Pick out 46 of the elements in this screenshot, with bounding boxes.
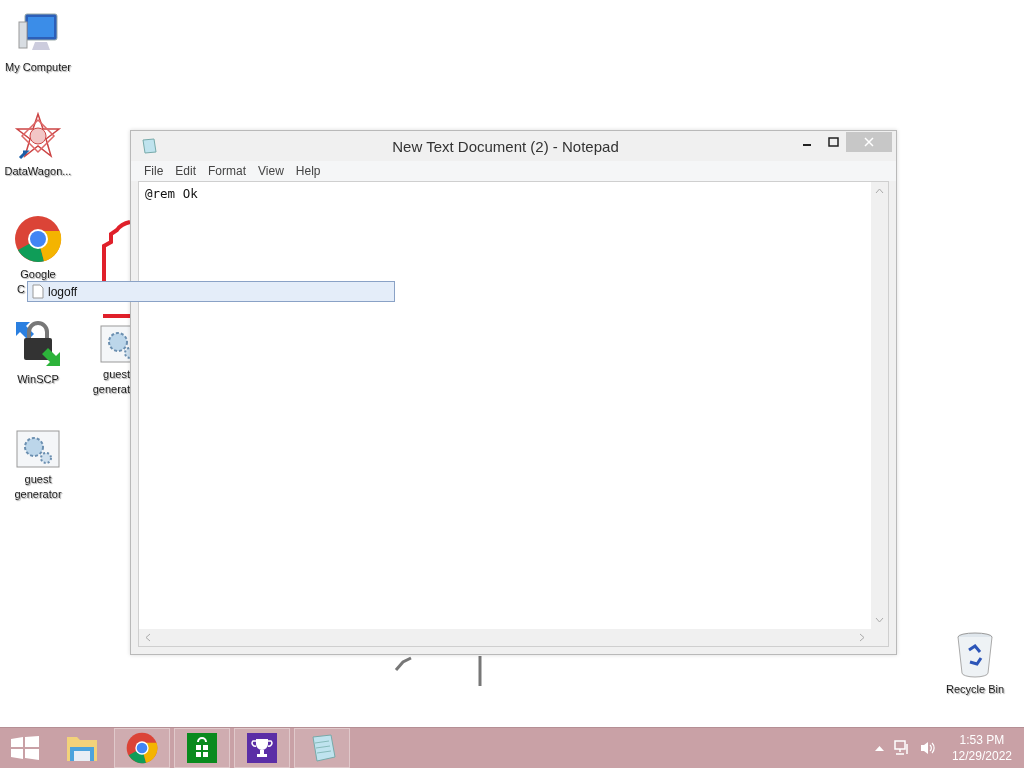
scroll-down-icon [875,617,884,623]
icon-label: generator [14,487,62,502]
recycle-bin-icon [955,632,995,678]
padlock-icon [14,320,62,368]
clock-time: 1:53 PM [959,732,1005,748]
icon-label: Google [20,267,56,282]
icon-label: My Computer [5,60,71,75]
gear-icon [16,430,60,468]
icon-label: guest [24,472,52,487]
browser-icon [126,732,158,764]
network-icon[interactable] [893,740,910,756]
caret-icon[interactable] [874,745,884,751]
windows-logo-icon [11,736,39,760]
scroll-up-icon [875,188,884,194]
close-icon [864,137,874,147]
window-title: New Text Document (2) - Notepad [391,137,620,155]
icon-label: C [16,282,25,297]
horizontal-scrollbar[interactable] [139,629,888,646]
trophy-icon [247,733,277,763]
document-text: @rem Ok [144,185,199,203]
taskbar-button[interactable] [174,728,230,768]
browser-icon [14,215,62,263]
menu-item[interactable]: Format [203,163,252,179]
notepad-icon [141,138,157,154]
tooltip-text: logoff [48,284,78,299]
menu-item[interactable]: View [253,163,289,179]
icon-label: WinSCP [17,372,59,387]
text-editor[interactable]: @rem Ok [138,181,889,647]
taskbar-button[interactable] [234,728,290,768]
file-icon [32,284,44,299]
scroll-left-icon [145,633,151,642]
menu-item[interactable]: File [139,163,169,179]
menu-item[interactable]: Edit [170,163,202,179]
icon-label: Recycle Bin [945,682,1005,697]
icon-label: guest [103,367,130,382]
shopping-bag-icon [187,733,217,763]
icon-label: generat [92,382,130,397]
clock-date: 12/29/2022 [951,748,1012,764]
menu-item[interactable]: Help [290,163,326,179]
icon-label: DataWagon... [4,164,72,179]
maximize-icon [827,137,839,147]
star-logo-icon [14,112,62,160]
speaker-icon[interactable] [919,740,936,756]
scroll-right-icon [859,633,865,642]
vertical-scrollbar[interactable] [871,182,888,629]
minimize-icon [803,144,811,146]
